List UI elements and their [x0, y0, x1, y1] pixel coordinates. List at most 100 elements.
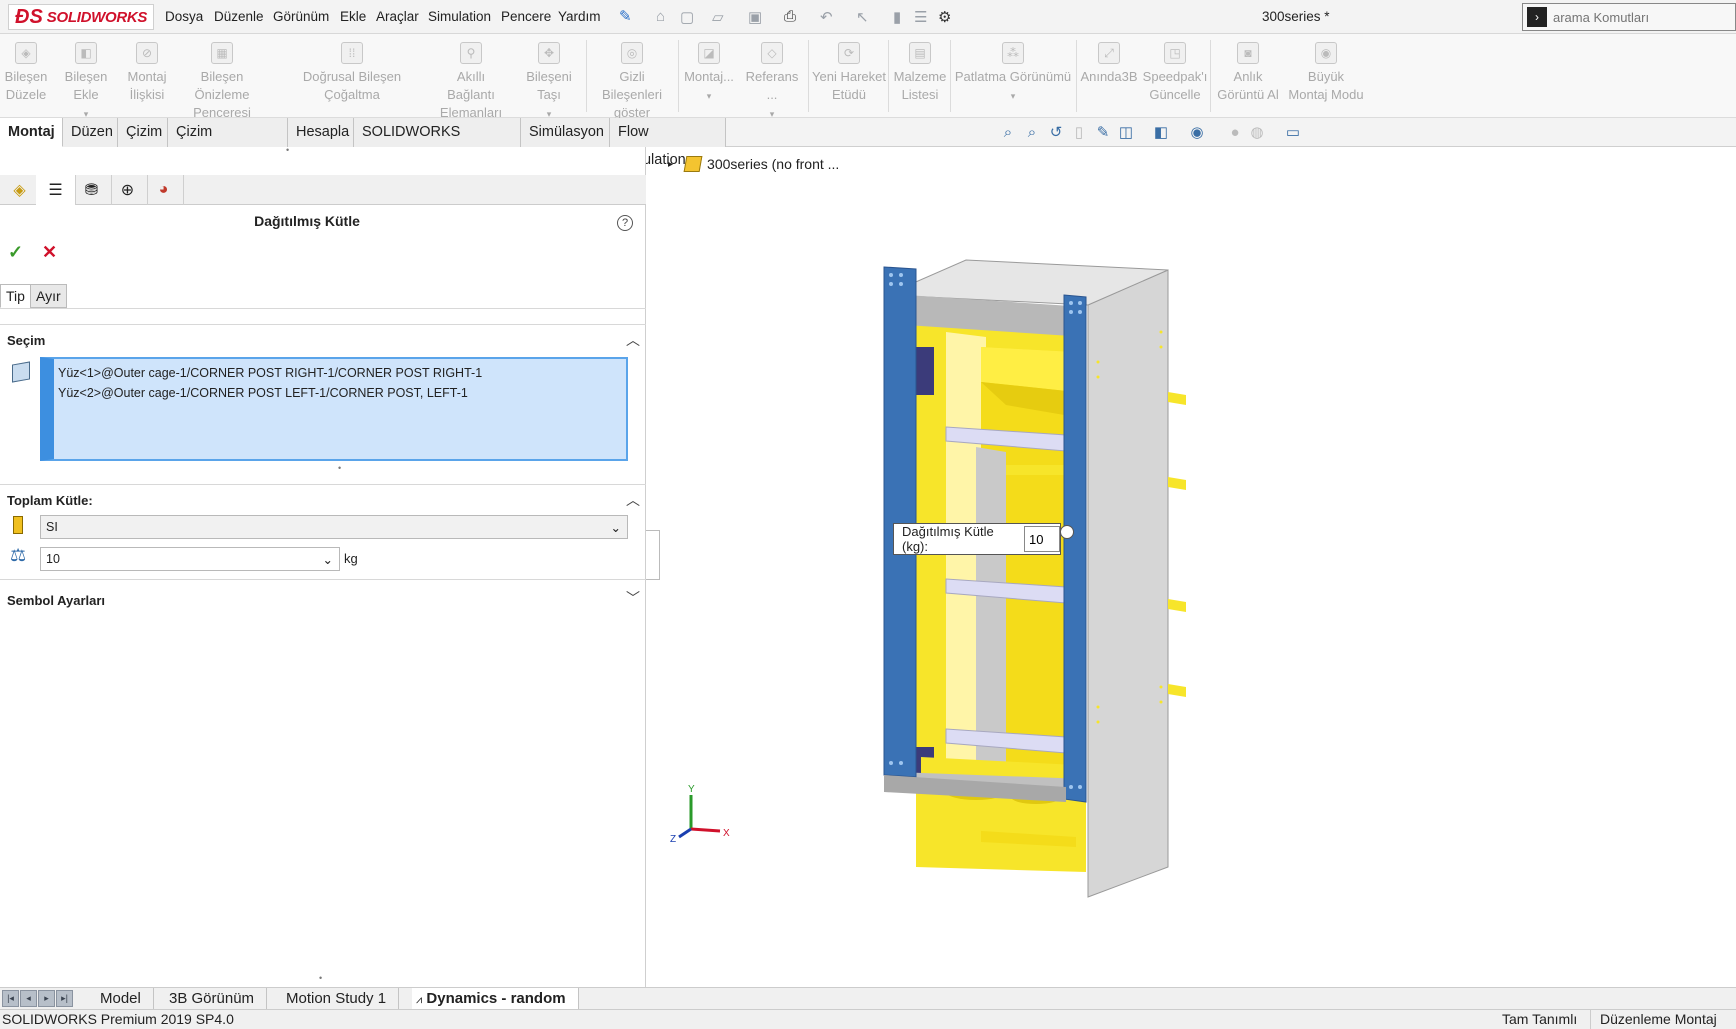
print-icon[interactable]: ⎙ [784, 8, 796, 25]
tab-solidworks-eklentileri[interactable]: SOLIDWORKS Eklentileri [354, 118, 521, 168]
zoom-to-area-icon[interactable]: ⌕ [1023, 124, 1041, 142]
triad-y-label: Y [688, 784, 695, 795]
face-selection-icon [12, 361, 30, 383]
help-icon[interactable]: ? [617, 215, 633, 231]
expand-chevron-icon[interactable]: ﹀ [626, 588, 640, 608]
new-motion-study-button[interactable]: ⟳ Yeni Hareket Etüdü [812, 34, 886, 118]
tab-montaj[interactable]: Montaj [0, 118, 63, 147]
reference-geometry-button[interactable]: ◇ Referans ... ▾ [740, 34, 804, 119]
save-icon[interactable]: ▣ [748, 8, 762, 26]
pin-icon[interactable]: ✎ [619, 7, 632, 25]
component-preview-button[interactable]: ▦ Bileşen Önizleme Penceresi [174, 34, 270, 120]
move-component-button[interactable]: ✥ Bileşeni Taşı ▾ [514, 34, 584, 119]
collapse-chevron-icon[interactable]: ︿ [626, 490, 640, 510]
bill-of-materials-button[interactable]: ▤ Malzeme Listesi [892, 34, 948, 118]
rebuild-icon[interactable]: ▮ [893, 8, 901, 26]
display-manager-tab[interactable]: ◕ [144, 175, 184, 205]
unit-system-select[interactable]: SI ⌄ [40, 515, 628, 539]
prev-tab-nav-icon[interactable]: ◂ [20, 990, 37, 1007]
tab-3b-gorunum[interactable]: 3B Görünüm [157, 988, 268, 1010]
options-gear-icon[interactable]: ⚙ [938, 8, 951, 26]
assembly-features-button[interactable]: ◪ Montaj... ▾ [682, 34, 736, 118]
tab-motion-study-1[interactable]: Motion Study 1 [274, 988, 400, 1010]
list-resize-handle[interactable]: • [338, 463, 341, 473]
previous-view-icon[interactable]: ↺ [1047, 124, 1065, 142]
selection-item[interactable]: Yüz<2>@Outer cage-1/CORNER POST LEFT-1/C… [58, 383, 622, 403]
smart-fasteners-button[interactable]: ⚲ Akıllı Bağlantı Elemanları [432, 34, 510, 120]
next-tab-nav-icon[interactable]: ▸ [38, 990, 55, 1007]
hide-show-items-icon[interactable]: ◉ [1188, 124, 1206, 142]
zoom-to-fit-icon[interactable]: ⌕ [999, 124, 1017, 142]
menu-araclar[interactable]: Araçlar [376, 9, 419, 24]
panel-splitter-handle[interactable]: • [286, 145, 289, 155]
triad-x-label: X [723, 828, 730, 839]
section-view-icon[interactable]: ▯ [1070, 124, 1088, 142]
graphics-viewport[interactable]: Y X Z [646, 147, 1736, 987]
tab-duzen[interactable]: Düzen [63, 118, 118, 147]
edit-component-icon: ◈ [15, 42, 37, 64]
show-hidden-components-button[interactable]: ◎ Gizli Bileşenleri göster [590, 34, 674, 120]
exploded-view-button[interactable]: ⁂ Patlatma Görünümü ▾ [954, 34, 1072, 118]
callout-pin-icon[interactable] [1060, 525, 1074, 539]
menu-simulation[interactable]: Simulation [428, 9, 491, 24]
property-manager-tab[interactable]: ☰ [36, 175, 76, 205]
collapse-chevron-icon[interactable]: ︿ [626, 330, 640, 350]
tab-model[interactable]: Model [88, 988, 154, 1010]
tab-simulasyon[interactable]: Simülasyon [521, 118, 610, 147]
home-icon[interactable]: ⌂ [656, 8, 665, 25]
first-tab-nav-icon[interactable]: |◂ [2, 990, 19, 1007]
subtab-tip[interactable]: Tip [0, 284, 31, 308]
triad-z-label: Z [670, 834, 676, 845]
solidworks-logo[interactable]: ƉS SOLIDWORKS [8, 4, 154, 30]
edit-component-button[interactable]: ◈ Bileşen Düzele [4, 34, 48, 118]
tab-cizim-murekkebi[interactable]: Çizim Mürekkebi [168, 118, 288, 168]
insert-component-button[interactable]: ◧ Bileşen Ekle ▾ [52, 34, 120, 119]
cancel-x-icon[interactable]: ✕ [42, 242, 57, 263]
tab-dynamics-random[interactable]: ⩘ Dynamics - random [412, 988, 579, 1010]
cabinet-model[interactable] [883, 259, 1186, 898]
menu-duzenle[interactable]: Düzenle [214, 9, 264, 24]
property-list-icon: ☰ [48, 182, 63, 199]
view-orientation-icon[interactable]: ◫ [1117, 124, 1135, 142]
apply-scene-icon[interactable]: ◍ [1248, 124, 1266, 142]
linear-pattern-button[interactable]: ⁞⁞ Doğrusal Bileşen Çoğaltma [274, 34, 430, 118]
last-tab-nav-icon[interactable]: ▸| [56, 990, 73, 1007]
dimxpert-manager-tab[interactable]: ⊕ [108, 175, 148, 205]
undo-icon[interactable]: ↶ [820, 8, 833, 26]
subtab-ayir[interactable]: Ayır [30, 284, 67, 308]
tab-hesapla[interactable]: Hesapla [288, 118, 354, 147]
feature-manager-tab[interactable]: ◈ [0, 175, 40, 205]
display-style-icon[interactable]: ◧ [1152, 124, 1170, 142]
menu-yardim[interactable]: Yardım [558, 9, 601, 24]
command-search[interactable]: › [1522, 3, 1736, 31]
mate-paperclip-icon: ⊘ [136, 42, 158, 64]
instant3d-button[interactable]: ⤢ Anında3B [1080, 34, 1138, 118]
ds-logo-icon: ƉS [15, 5, 43, 28]
manager-tabs: ◈ ☰ ⛃ ⊕ ◕ [0, 175, 646, 205]
mate-button[interactable]: ⊘ Montaj İlişkisi [124, 34, 170, 118]
file-properties-icon[interactable]: ☰ [914, 8, 927, 26]
menu-gorunum[interactable]: Görünüm [273, 9, 329, 24]
take-snapshot-button[interactable]: ◙ Anlık Görüntü Al [1214, 34, 1282, 118]
menu-pencere[interactable]: Pencere [501, 9, 551, 24]
new-document-icon[interactable]: ▢ [680, 8, 694, 26]
view-settings-icon[interactable]: ▭ [1284, 124, 1302, 142]
search-input[interactable] [1553, 9, 1723, 25]
selection-list-box[interactable]: Yüz<1>@Outer cage-1/CORNER POST RIGHT-1/… [40, 357, 628, 461]
tab-flow-simulation[interactable]: Flow Simulation [610, 118, 726, 168]
select-arrow-icon[interactable]: ↖ [856, 8, 869, 26]
tab-cizim[interactable]: Çizim [118, 118, 168, 147]
open-icon[interactable]: ▱ [712, 8, 724, 26]
menu-dosya[interactable]: Dosya [165, 9, 203, 24]
edit-appearance-icon[interactable]: ● [1226, 124, 1244, 142]
ok-check-icon[interactable]: ✓ [8, 242, 23, 263]
selection-item[interactable]: Yüz<1>@Outer cage-1/CORNER POST RIGHT-1/… [58, 363, 622, 383]
mass-value-combobox[interactable]: 10 ⌄ [40, 547, 340, 571]
menu-ekle[interactable]: Ekle [340, 9, 366, 24]
callout-mass-input[interactable] [1024, 526, 1060, 552]
dynamic-annotation-icon[interactable]: ✎ [1094, 124, 1112, 142]
update-speedpak-button[interactable]: ◳ Speedpak'ı Güncelle [1142, 34, 1208, 118]
panel-resize-handle[interactable]: • [319, 973, 322, 983]
configuration-manager-tab[interactable]: ⛃ [72, 175, 112, 205]
large-assembly-mode-button[interactable]: ◉ Büyük Montaj Modu [1284, 34, 1368, 118]
